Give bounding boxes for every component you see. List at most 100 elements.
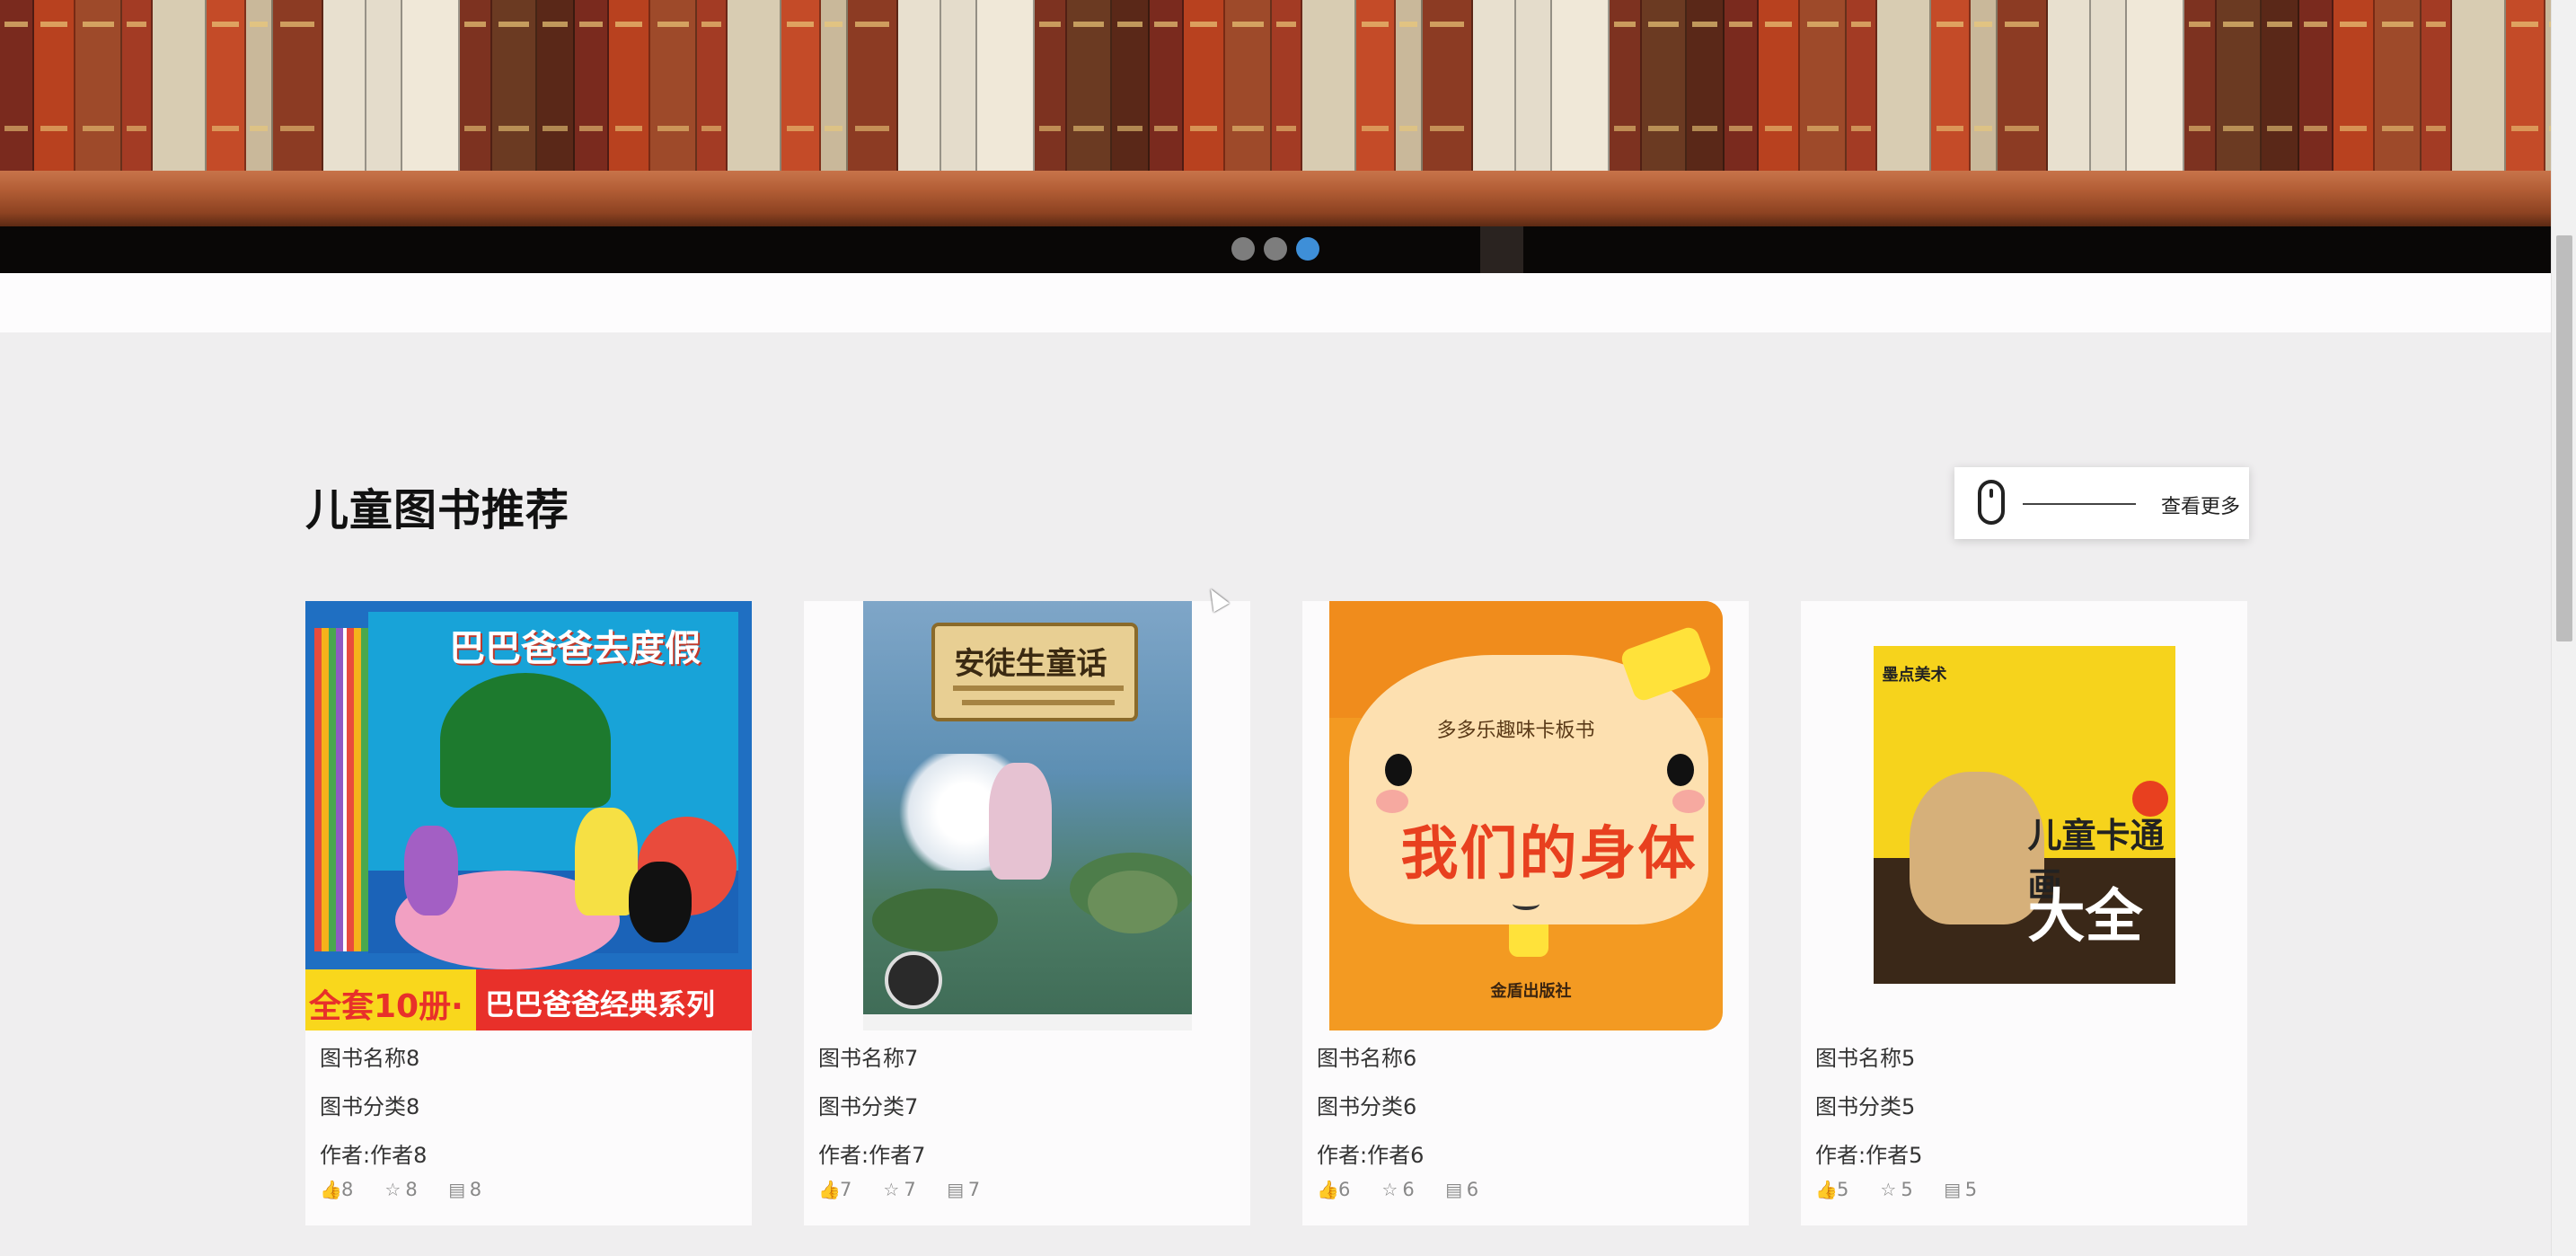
- book-name[interactable]: 图书名称8: [320, 1040, 419, 1072]
- book-cover[interactable]: 墨点美术 儿童卡通画 大全: [1801, 601, 2247, 1030]
- book-spine: [460, 0, 492, 171]
- like-stat[interactable]: 👍 6: [1317, 1179, 1350, 1200]
- book-spine: [1552, 0, 1610, 171]
- comment-stat[interactable]: ▤ 7: [947, 1179, 980, 1200]
- book-spine: [153, 0, 207, 171]
- book-category: 图书分类7: [818, 1094, 919, 1119]
- favorite-stat[interactable]: ☆ 5: [1879, 1179, 1912, 1200]
- book-stats: 👍 6 ☆ 6 ▤ 6: [1317, 1179, 1478, 1200]
- cover-title: 我们的身体: [1400, 821, 1698, 888]
- book-spine: [1725, 0, 1759, 171]
- book-spine: [1877, 0, 1931, 171]
- favorite-stat[interactable]: ☆ 8: [384, 1179, 417, 1200]
- thumbs-up-icon: 👍: [320, 1179, 342, 1200]
- thumbs-up-icon: 👍: [1815, 1179, 1838, 1200]
- book-spine: [0, 0, 34, 171]
- book-card[interactable]: 多多乐趣味卡板书 我们的身体 金盾出版社 图书名称6 图书分类6 作者:作者6 …: [1302, 601, 1749, 1225]
- book-spine: [2262, 0, 2299, 171]
- book-cover[interactable]: 巴巴爸爸去度假 全套10册· 巴巴爸爸经典系列: [305, 601, 752, 1030]
- book-card[interactable]: 安徒生童话 图书名称7 图书分类7 作者:作者7 👍 7 ☆ 7 ▤ 7: [804, 601, 1250, 1225]
- book-spine: [1067, 0, 1112, 171]
- book-spine: [1225, 0, 1272, 171]
- page-scrollbar[interactable]: [2551, 0, 2576, 1256]
- book-spine: [492, 0, 537, 171]
- comment-stat[interactable]: ▤ 5: [1944, 1179, 1977, 1200]
- mouse-icon: [1978, 480, 2005, 525]
- book-spine: [2422, 0, 2452, 171]
- like-stat[interactable]: 👍 5: [1815, 1179, 1848, 1200]
- book-cover[interactable]: 多多乐趣味卡板书 我们的身体 金盾出版社: [1302, 601, 1749, 1030]
- carousel-dot-3[interactable]: [1296, 237, 1319, 261]
- carousel-dot-1[interactable]: [1231, 237, 1255, 261]
- hero-carousel[interactable]: [0, 0, 2551, 273]
- book-cover[interactable]: 安徒生童话: [804, 601, 1250, 1030]
- book-spine: [1423, 0, 1473, 171]
- book-stats: 👍 7 ☆ 7 ▤ 7: [818, 1179, 980, 1200]
- scrollbar-thumb[interactable]: [2556, 235, 2572, 641]
- book-card[interactable]: 墨点美术 儿童卡通画 大全 图书名称5 图书分类5 作者:作者5 👍 5 ☆ 5 ▤…: [1801, 601, 2247, 1225]
- book-spine: [941, 0, 977, 171]
- book-spine: [2375, 0, 2422, 171]
- like-stat[interactable]: 👍 8: [320, 1179, 353, 1200]
- view-more-divider: [2023, 503, 2136, 505]
- book-spine: [537, 0, 575, 171]
- favorite-count: 5: [1901, 1179, 1913, 1200]
- book-spine: [1971, 0, 1998, 171]
- comment-icon: ▤: [1445, 1179, 1463, 1200]
- book-spine: [781, 0, 821, 171]
- book-spine: [1800, 0, 1847, 171]
- cover-banner-right: 巴巴爸爸经典系列: [485, 987, 716, 1022]
- carousel-image-shelf: [0, 171, 2551, 226]
- book-name[interactable]: 图书名称6: [1317, 1040, 1416, 1072]
- book-spine: [1998, 0, 2048, 171]
- book-category: 图书分类6: [1317, 1094, 1417, 1119]
- carousel-image-bookshelf: [0, 0, 2551, 171]
- carousel-dot-2[interactable]: [1264, 237, 1287, 261]
- like-count: 7: [840, 1179, 852, 1200]
- book-cover-image: 巴巴爸爸去度假 全套10册· 巴巴爸爸经典系列: [305, 601, 752, 1030]
- book-spine: [575, 0, 609, 171]
- book-author: 作者:作者8: [320, 1143, 428, 1168]
- book-spine: [1642, 0, 1687, 171]
- favorite-count: 7: [904, 1179, 916, 1200]
- star-icon: ☆: [1880, 1179, 1897, 1200]
- book-spine: [848, 0, 898, 171]
- book-spine: [1610, 0, 1642, 171]
- book-spine: [728, 0, 781, 171]
- cover-subtitle: 多多乐趣味卡板书: [1436, 720, 1595, 742]
- book-spine: [1396, 0, 1423, 171]
- comment-stat[interactable]: ▤ 8: [448, 1179, 481, 1200]
- book-spine: [821, 0, 848, 171]
- book-category: 图书分类5: [1815, 1094, 1916, 1119]
- comment-count: 8: [469, 1179, 482, 1200]
- book-cover-image: 多多乐趣味卡板书 我们的身体 金盾出版社: [1328, 601, 1723, 1030]
- cover-title-big: 大全: [2027, 884, 2143, 951]
- book-spine: [323, 0, 366, 171]
- book-spine: [2091, 0, 2127, 171]
- favorite-stat[interactable]: ☆ 7: [882, 1179, 915, 1200]
- book-spine: [1356, 0, 1396, 171]
- thumbs-up-icon: 👍: [1317, 1179, 1339, 1200]
- book-spine: [609, 0, 650, 171]
- book-spine: [366, 0, 402, 171]
- book-spine: [122, 0, 153, 171]
- book-author: 作者:作者5: [1815, 1143, 1923, 1168]
- book-name[interactable]: 图书名称5: [1815, 1040, 1915, 1072]
- book-spine: [2299, 0, 2333, 171]
- comment-stat[interactable]: ▤ 6: [1445, 1179, 1478, 1200]
- book-spine: [1759, 0, 1800, 171]
- book-name[interactable]: 图书名称7: [818, 1040, 918, 1072]
- cover-publisher: 金盾出版社: [1490, 982, 1572, 1001]
- book-spine: [1272, 0, 1302, 171]
- view-more-button[interactable]: 查看更多: [1954, 467, 2249, 539]
- favorite-count: 6: [1402, 1179, 1415, 1200]
- like-stat[interactable]: 👍 7: [818, 1179, 851, 1200]
- book-spine: [1302, 0, 1356, 171]
- book-spine: [650, 0, 697, 171]
- carousel-image-post: [1480, 226, 1523, 273]
- cover-brand: 墨点美术: [1882, 666, 1947, 685]
- book-spine: [2184, 0, 2217, 171]
- favorite-stat[interactable]: ☆ 6: [1381, 1179, 1414, 1200]
- book-spine: [2048, 0, 2091, 171]
- book-card[interactable]: 巴巴爸爸去度假 全套10册· 巴巴爸爸经典系列 图书名称8 图书分类8 作者:作…: [305, 601, 752, 1225]
